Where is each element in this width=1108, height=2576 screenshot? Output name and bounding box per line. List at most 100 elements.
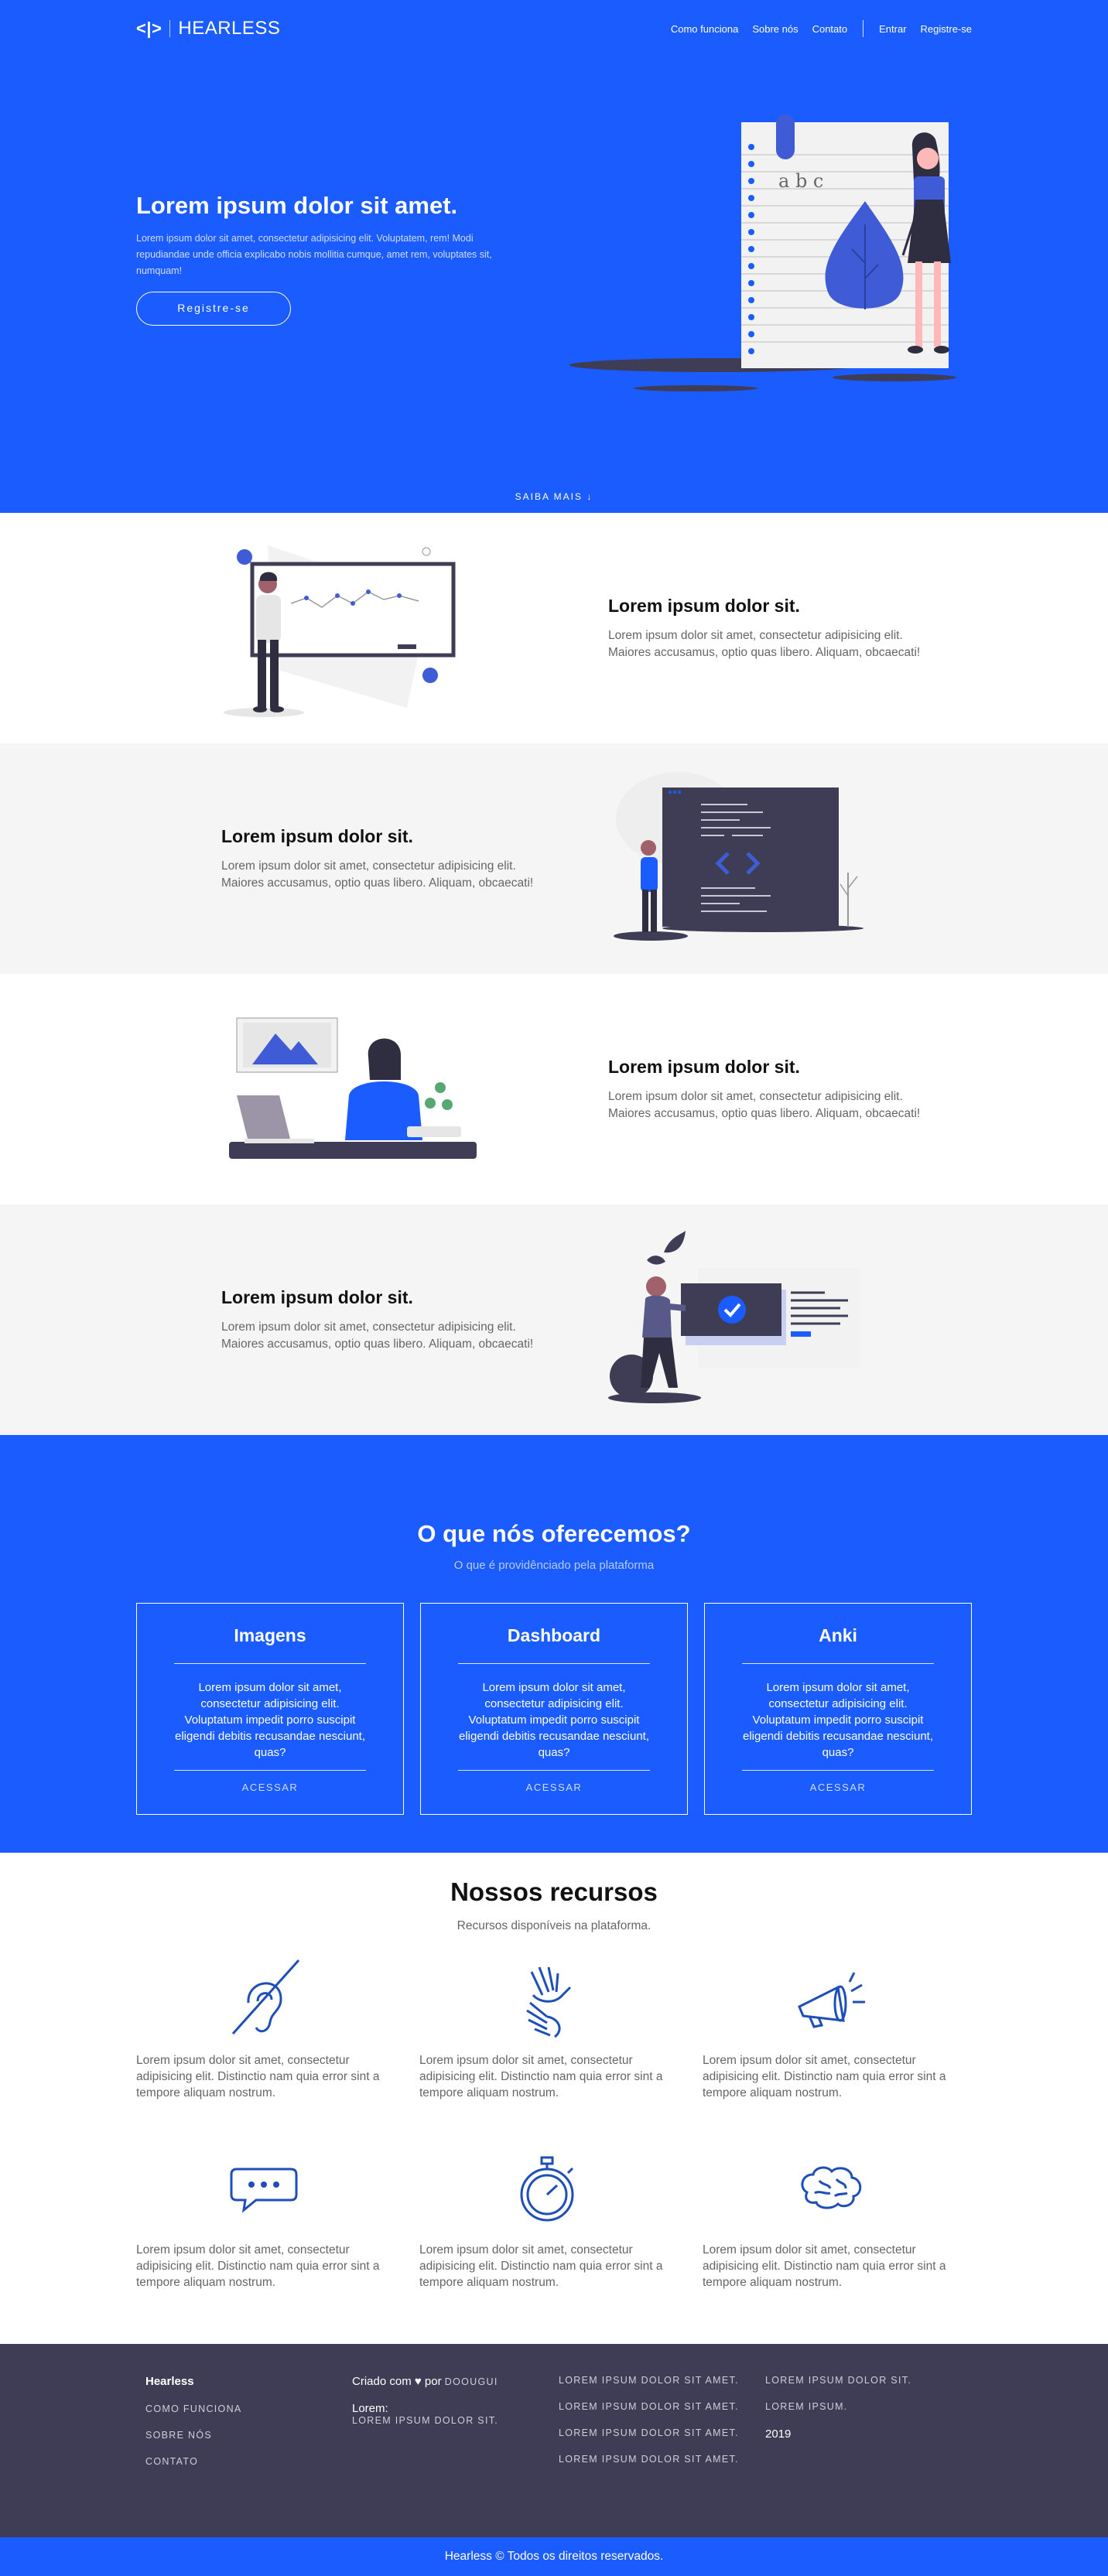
stopwatch-icon — [520, 2156, 574, 2222]
feature-row-3: Lorem ipsum dolor sit. Lorem ipsum dolor… — [0, 974, 1108, 1204]
whiteboard-presentation-illustration — [224, 545, 456, 717]
feature-row-2: Lorem ipsum dolor sit. Lorem ipsum dolor… — [0, 743, 1108, 974]
deaf-ear-icon — [231, 1959, 300, 2035]
offer-title: O que nós oferecemos? — [417, 1520, 691, 1547]
feature-text-3: Lorem ipsum dolor sit. Lorem ipsum dolor… — [554, 1057, 972, 1122]
feature-row-4: Lorem ipsum dolor sit. Lorem ipsum dolor… — [0, 1204, 1108, 1435]
feature-title: Lorem ipsum dolor sit. — [221, 825, 413, 846]
nav-links: Como funciona Sobre nós Contato Entrar R… — [671, 20, 972, 37]
resource-item: Lorem ipsum dolor sit amet, consectetur … — [419, 2143, 703, 2291]
card-access-link[interactable]: ACESSAR — [742, 1770, 934, 1793]
feature-title: Lorem ipsum dolor sit. — [608, 595, 800, 616]
footer-col-credits: Criado com ♥ por DOOUGUI Lorem: LOREM IP… — [352, 2375, 559, 2482]
card-description: Lorem ipsum dolor sit amet, consectetur … — [459, 1681, 649, 1759]
brand-name: HEARLESS — [178, 18, 281, 39]
footer-info: LOREM IPSUM. — [765, 2401, 848, 2412]
footer: Hearless COMO FUNCIONA SOBRE NÓS CONTATO… — [0, 2344, 1108, 2537]
nav-link-registre-se[interactable]: Registre-se — [921, 23, 972, 35]
card-divider — [458, 1663, 650, 1664]
credit-prefix: Criado com ♥ por — [352, 2375, 442, 2388]
footer-lorem-value: LOREM IPSUM DOLOR SIT. — [352, 2415, 499, 2426]
resource-description: Lorem ipsum dolor sit amet, consectetur … — [419, 2054, 663, 2099]
offer-subtitle: O que é providênciado pela plataforma — [453, 1559, 655, 1572]
scroll-more-link[interactable]: SAIBA MAIS ↓ — [0, 491, 1108, 502]
card-divider — [174, 1663, 366, 1664]
resource-item: Lorem ipsum dolor sit amet, consectetur … — [703, 1953, 972, 2101]
card-title: Imagens — [234, 1625, 306, 1645]
footer-brand: Hearless — [145, 2375, 194, 2388]
code-logo-icon: <|> — [136, 19, 162, 38]
resource-description: Lorem ipsum dolor sit amet, consectetur … — [136, 2054, 380, 2099]
resources-title: Nossos recursos — [450, 1877, 658, 1906]
resource-description: Lorem ipsum dolor sit amet, consectetur … — [419, 2243, 663, 2289]
footer-link-contato[interactable]: CONTATO — [145, 2456, 352, 2467]
offer-card-anki: Anki Lorem ipsum dolor sit amet, consect… — [704, 1603, 972, 1815]
nav-link-como-funciona[interactable]: Como funciona — [671, 23, 738, 35]
resources-section: Nossos recursos Recursos disponíveis na … — [0, 1853, 1108, 2344]
footer-link[interactable]: LOREM IPSUM DOLOR SIT AMET. — [559, 2454, 765, 2465]
footer-info: LOREM IPSUM DOLOR SIT. — [765, 2375, 912, 2386]
offer-card-dashboard: Dashboard Lorem ipsum dolor sit amet, co… — [420, 1603, 688, 1815]
woman-laptop-illustration — [229, 1017, 477, 1159]
feature-title: Lorem ipsum dolor sit. — [221, 1286, 413, 1307]
footer-link[interactable]: LOREM IPSUM DOLOR SIT AMET. — [559, 2401, 765, 2412]
offer-card-imagens: Imagens Lorem ipsum dolor sit amet, cons… — [136, 1603, 404, 1815]
feature-text-4: Lorem ipsum dolor sit. Lorem ipsum dolor… — [136, 1287, 554, 1353]
footer-lorem-label: Lorem: — [352, 2402, 388, 2415]
feature-text-1: Lorem ipsum dolor sit. Lorem ipsum dolor… — [554, 596, 972, 661]
footer-col-nav: Hearless COMO FUNCIONA SOBRE NÓS CONTATO — [145, 2375, 352, 2482]
card-access-link[interactable]: ACESSAR — [458, 1770, 650, 1793]
megaphone-icon — [798, 1972, 865, 2028]
nav-link-contato[interactable]: Contato — [812, 23, 848, 35]
hero-text: Lorem ipsum dolor sit amet. Lorem ipsum … — [136, 192, 523, 326]
resources-grid: Lorem ipsum dolor sit amet, consectetur … — [136, 1953, 972, 2291]
footer-link[interactable]: LOREM IPSUM DOLOR SIT AMET. — [559, 2375, 765, 2386]
nav-link-sobre-nos[interactable]: Sobre nós — [752, 23, 798, 35]
notebook-abc-text: a b c — [778, 170, 823, 192]
feature-description: Lorem ipsum dolor sit amet, consectetur … — [608, 1089, 921, 1120]
notebook-woman-illustration: a b c — [569, 114, 956, 391]
logo-divider — [169, 20, 171, 37]
feature-title: Lorem ipsum dolor sit. — [608, 1056, 800, 1077]
offer-section: O que nós oferecemos? O que é providênci… — [0, 1435, 1108, 1853]
resource-item: Lorem ipsum dolor sit amet, consectetur … — [136, 1953, 419, 2101]
footer-link[interactable]: LOREM IPSUM DOLOR SIT AMET. — [559, 2427, 765, 2438]
resource-item: Lorem ipsum dolor sit amet, consectetur … — [419, 1953, 703, 2101]
feature-description: Lorem ipsum dolor sit amet, consectetur … — [221, 1320, 534, 1351]
card-description: Lorem ipsum dolor sit amet, consectetur … — [743, 1681, 933, 1759]
register-button[interactable]: Registre-se — [136, 292, 291, 326]
chat-bubble-icon — [230, 2168, 298, 2213]
feature-description: Lorem ipsum dolor sit amet, consectetur … — [221, 859, 534, 890]
footer-link-sobre-nos[interactable]: SOBRE NÓS — [145, 2430, 352, 2441]
resource-description: Lorem ipsum dolor sit amet, consectetur … — [703, 2054, 946, 2099]
hero-description: Lorem ipsum dolor sit amet, consectetur … — [136, 233, 492, 276]
footer-col-links: LOREM IPSUM DOLOR SIT AMET. LOREM IPSUM … — [559, 2375, 765, 2482]
sign-language-hands-icon — [526, 1966, 572, 2038]
card-description: Lorem ipsum dolor sit amet, consectetur … — [175, 1681, 365, 1759]
card-title: Dashboard — [507, 1625, 601, 1645]
footer-link-como-funciona[interactable]: COMO FUNCIONA — [145, 2403, 352, 2414]
author-link[interactable]: DOOUGUI — [445, 2376, 498, 2387]
resource-item: Lorem ipsum dolor sit amet, consectetur … — [136, 2143, 419, 2291]
footer-year: 2019 — [765, 2427, 792, 2441]
resource-description: Lorem ipsum dolor sit amet, consectetur … — [703, 2243, 946, 2289]
footer-col-info: LOREM IPSUM DOLOR SIT. LOREM IPSUM. 2019 — [765, 2375, 972, 2482]
brand-logo[interactable]: <|> HEARLESS — [136, 18, 280, 39]
approved-checkmark-illustration — [608, 1230, 860, 1403]
resources-subtitle: Recursos disponíveis na plataforma. — [457, 1919, 651, 1932]
code-screen-illustration — [614, 771, 863, 941]
top-navbar: <|> HEARLESS Como funciona Sobre nós Con… — [136, 0, 972, 57]
offer-cards: Imagens Lorem ipsum dolor sit amet, cons… — [136, 1603, 972, 1815]
resource-item: Lorem ipsum dolor sit amet, consectetur … — [703, 2143, 972, 2291]
feature-row-1: Lorem ipsum dolor sit. Lorem ipsum dolor… — [0, 513, 1108, 743]
copyright-bar: Hearless © Todos os direitos reservados. — [0, 2537, 1108, 2576]
hero-section: <|> HEARLESS Como funciona Sobre nós Con… — [0, 0, 1108, 513]
nav-link-entrar[interactable]: Entrar — [879, 23, 906, 35]
footer-credit-line: Criado com ♥ por DOOUGUI — [352, 2375, 559, 2388]
card-access-link[interactable]: ACESSAR — [174, 1770, 366, 1793]
feature-text-2: Lorem ipsum dolor sit. Lorem ipsum dolor… — [136, 826, 554, 892]
card-title: Anki — [819, 1625, 857, 1645]
feature-description: Lorem ipsum dolor sit amet, consectetur … — [608, 628, 921, 659]
hero-title: Lorem ipsum dolor sit amet. — [136, 192, 458, 219]
resource-description: Lorem ipsum dolor sit amet, consectetur … — [136, 2243, 380, 2289]
